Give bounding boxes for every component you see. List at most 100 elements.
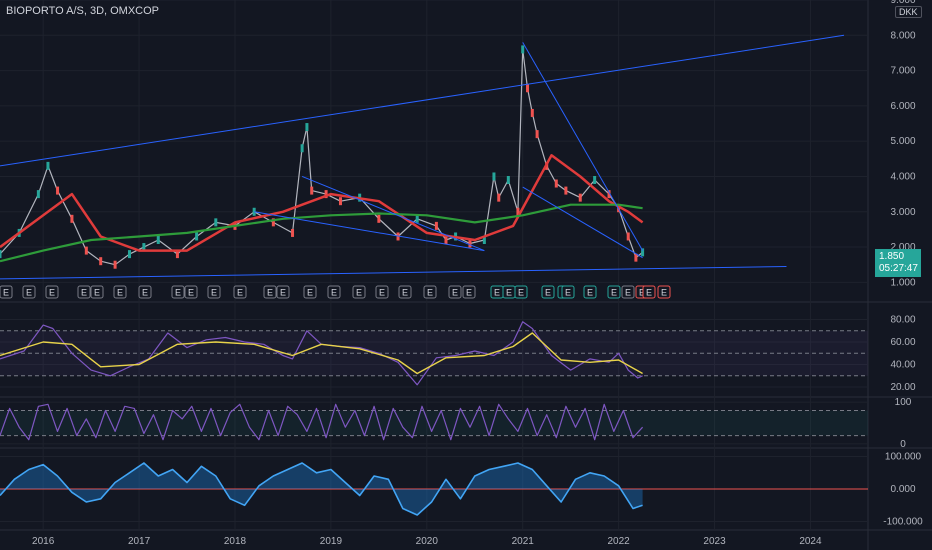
- earnings-marker-label: E: [237, 288, 243, 298]
- oscillator-area: [0, 463, 643, 515]
- price-candle: [526, 84, 530, 93]
- earnings-marker-label: E: [646, 288, 652, 298]
- earnings-markers: EEEEEEEEEEEEEEEEEEEEEEEEEEEEEEEEE: [0, 285, 671, 299]
- earnings-marker-label: E: [81, 288, 87, 298]
- earnings-marker-label: E: [565, 288, 571, 298]
- chart-canvas[interactable]: 9.0008.0007.0006.0005.0004.0003.0002.000…: [0, 0, 932, 550]
- time-tick-label: 2022: [608, 536, 631, 547]
- price-tick-label: 4.000: [890, 171, 915, 182]
- time-axis: 2016 2017 2018 2019 2020 2021 2022 2023 2024: [32, 536, 822, 547]
- earnings-marker: E: [642, 285, 656, 299]
- earnings-marker-label: E: [142, 288, 148, 298]
- trendline: [301, 176, 485, 252]
- earnings-marker: E: [138, 285, 152, 299]
- earnings-marker-label: E: [452, 288, 458, 298]
- price-candle: [56, 186, 60, 195]
- earnings-marker: E: [113, 285, 127, 299]
- earnings-marker-label: E: [3, 288, 9, 298]
- time-tick-label: 2021: [512, 536, 535, 547]
- chart-title: BIOPORTO A/S, 3D, OMXCOP: [6, 5, 160, 17]
- price-candle: [506, 176, 510, 184]
- price-tick-label: 20.00: [890, 382, 915, 393]
- earnings-marker: E: [607, 285, 621, 299]
- earnings-marker: E: [263, 285, 277, 299]
- currency-badge[interactable]: DKK: [895, 6, 922, 18]
- price-tick-label: 5.000: [890, 136, 915, 147]
- price-candle: [70, 214, 74, 223]
- earnings-marker: E: [423, 285, 437, 299]
- price-candle: [0, 250, 2, 259]
- price-candle: [300, 144, 304, 153]
- earnings-marker: E: [514, 285, 528, 299]
- earnings-marker: E: [398, 285, 412, 299]
- earnings-marker: E: [184, 285, 198, 299]
- earnings-marker-label: E: [661, 288, 667, 298]
- rsi-panel: [0, 321, 868, 386]
- earnings-marker: E: [303, 285, 317, 299]
- price-tick-label: 80.00: [890, 315, 915, 326]
- earnings-marker: E: [276, 285, 290, 299]
- earnings-marker-label: E: [625, 288, 631, 298]
- earnings-marker: E: [90, 285, 104, 299]
- price-tick-label: -100.000: [883, 517, 923, 528]
- earnings-marker: E: [327, 285, 341, 299]
- earnings-marker: E: [561, 285, 575, 299]
- price-candle: [214, 218, 218, 227]
- earnings-marker-label: E: [331, 288, 337, 298]
- price-tick-label: 100: [895, 397, 912, 408]
- time-tick-label: 2018: [224, 536, 247, 547]
- earnings-marker-label: E: [545, 288, 551, 298]
- earnings-marker-label: E: [117, 288, 123, 298]
- stochastic-panel: [0, 403, 868, 441]
- price-candle: [593, 176, 597, 184]
- price-candle: [377, 214, 381, 223]
- earnings-marker: E: [233, 285, 247, 299]
- time-tick-label: 2019: [320, 536, 343, 547]
- time-tick-label: 2016: [32, 536, 55, 547]
- earnings-marker: E: [77, 285, 91, 299]
- price-candle: [46, 161, 50, 170]
- earnings-marker-label: E: [506, 288, 512, 298]
- price-panel: [0, 34, 845, 280]
- earnings-marker-label: E: [466, 288, 472, 298]
- price-candle: [521, 45, 525, 54]
- earnings-marker-label: E: [518, 288, 524, 298]
- earnings-marker-label: E: [379, 288, 385, 298]
- time-tick-label: 2023: [703, 536, 726, 547]
- price-candle: [444, 236, 448, 244]
- time-tick-label: 2024: [799, 536, 822, 547]
- earnings-marker-label: E: [494, 288, 500, 298]
- earnings-marker-label: E: [175, 288, 181, 298]
- earnings-marker: E: [207, 285, 221, 299]
- last-price-value: 1.850: [879, 251, 905, 262]
- price-candle: [578, 193, 582, 202]
- earnings-marker: E: [621, 285, 635, 299]
- price-tick-label: 40.00: [890, 360, 915, 371]
- price-tick-label: 0.000: [890, 484, 915, 495]
- price-candle: [468, 239, 472, 248]
- time-tick-label: 2020: [416, 536, 439, 547]
- bar-countdown: 05:27:47: [879, 263, 918, 274]
- price-tick-label: 100.000: [885, 452, 922, 463]
- earnings-marker-label: E: [307, 288, 313, 298]
- earnings-marker: E: [171, 285, 185, 299]
- earnings-marker-label: E: [211, 288, 217, 298]
- earnings-marker: E: [448, 285, 462, 299]
- earnings-marker-label: E: [94, 288, 100, 298]
- price-candle: [434, 221, 438, 230]
- price-candle: [113, 260, 117, 269]
- price-candle: [305, 123, 309, 132]
- earnings-marker-label: E: [356, 288, 362, 298]
- earnings-marker: E: [0, 285, 13, 299]
- price-tick-label: 7.000: [890, 66, 915, 77]
- earnings-marker-label: E: [26, 288, 32, 298]
- stoch-band: [0, 410, 868, 436]
- earnings-marker-label: E: [49, 288, 55, 298]
- price-candle: [530, 108, 534, 117]
- price-tick-label: 60.00: [890, 337, 915, 348]
- earnings-marker-label: E: [267, 288, 273, 298]
- earnings-marker: E: [352, 285, 366, 299]
- price-candle: [127, 250, 131, 259]
- price-candle: [291, 228, 295, 237]
- earnings-marker-label: E: [280, 288, 286, 298]
